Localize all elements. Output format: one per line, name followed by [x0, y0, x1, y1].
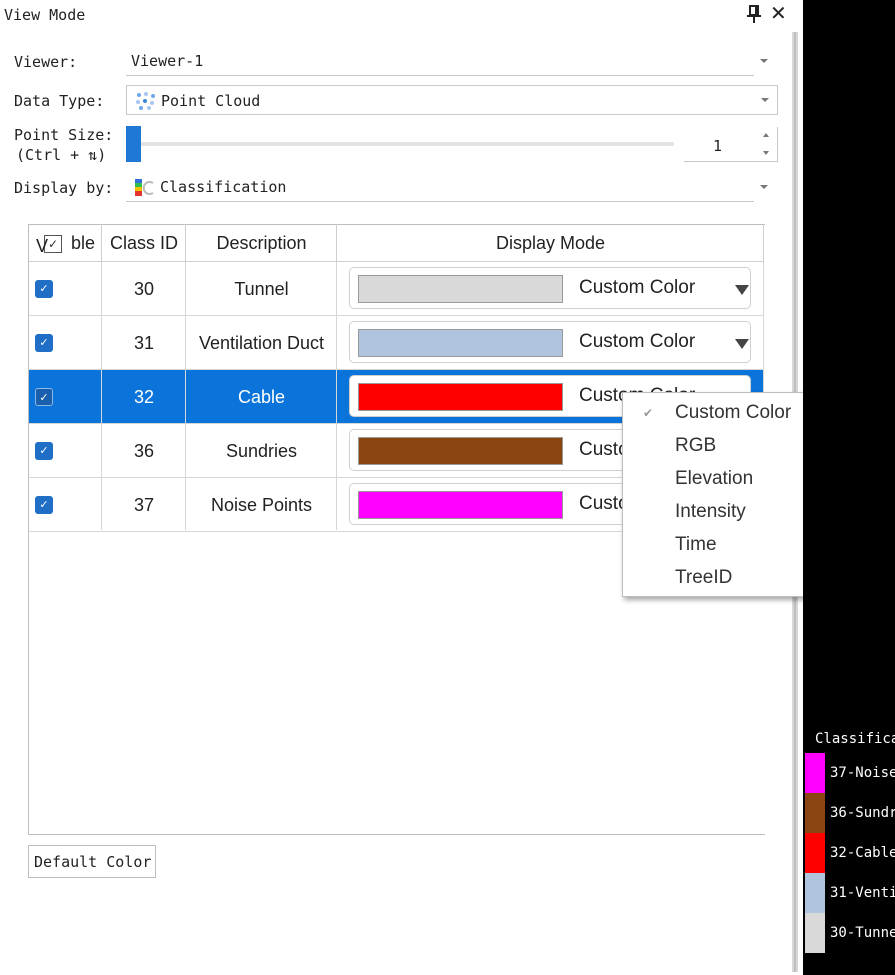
legend-label: 31-Venti	[830, 885, 895, 901]
legend-swatch	[805, 873, 825, 913]
data-type-dropdown-arrow-icon	[761, 98, 769, 102]
point-size-label: Point Size:	[14, 126, 114, 144]
display-mode-combo[interactable]: Custom Color	[349, 267, 751, 309]
row-visible-checkbox[interactable]: ✓	[35, 442, 53, 460]
legend-label: 37-Noise	[830, 765, 895, 781]
legend-item: 30-Tunne	[805, 913, 895, 953]
panel-title: View Mode	[4, 6, 86, 24]
row-description: Sundries	[225, 440, 298, 461]
close-icon[interactable]: ✕	[770, 3, 787, 23]
viewer-label: Viewer:	[14, 53, 78, 71]
menu-item-label: Custom Color	[675, 402, 792, 423]
display-by-value: Classification	[160, 178, 287, 196]
row-class-id: 37	[133, 494, 155, 515]
viewer-select[interactable]: Viewer-1	[126, 46, 754, 76]
header-class-id[interactable]: Class ID	[103, 226, 185, 260]
classification-icon	[135, 179, 154, 196]
row-description: Tunnel	[234, 278, 289, 299]
header-class-id-label: Class ID	[109, 232, 178, 253]
header-description[interactable]: Description	[187, 226, 336, 260]
point-size-slider-track[interactable]	[126, 142, 674, 146]
legend-swatch	[805, 753, 825, 793]
legend-swatch	[805, 833, 825, 873]
pin-icon[interactable]	[746, 4, 762, 24]
color-swatch[interactable]	[358, 329, 563, 357]
row-description: Noise Points	[210, 494, 313, 515]
legend-item: 37-Noise	[805, 753, 895, 793]
point-size-slider-handle[interactable]	[126, 126, 141, 162]
color-swatch[interactable]	[358, 437, 563, 465]
point-size-value: 1	[713, 137, 723, 155]
color-swatch[interactable]	[358, 383, 563, 411]
color-swatch[interactable]	[358, 275, 563, 303]
menu-item-label: TreeID	[675, 567, 733, 588]
display-mode-value: Custom Color	[579, 331, 696, 352]
dropdown-arrow-icon	[735, 339, 749, 349]
display-mode-value: Custom Color	[579, 277, 696, 298]
row-description: Ventilation Duct	[198, 332, 325, 353]
menu-item-label: Elevation	[675, 468, 754, 489]
row-class-id: 30	[133, 278, 155, 299]
legend-title: Classifica	[815, 731, 895, 747]
legend-label: 36-Sundr	[830, 805, 895, 821]
legend-label: 30-Tunne	[830, 925, 895, 941]
table-row[interactable]: ✓ 31 Ventilation Duct Custom Color	[29, 316, 763, 370]
viewer-value: Viewer-1	[131, 52, 204, 70]
row-description: Cable	[237, 386, 286, 407]
header-display-mode-label: Display Mode	[495, 232, 606, 253]
legend-item: 36-Sundr	[805, 793, 895, 833]
header-description-label: Description	[216, 232, 307, 253]
display-by-label: Display by:	[14, 179, 114, 197]
default-color-button[interactable]: Default Color	[28, 845, 156, 878]
dropdown-arrow-icon	[735, 285, 749, 295]
row-class-id: 31	[133, 332, 155, 353]
menu-item-label: Intensity	[675, 501, 746, 522]
header-visible-label: ble	[70, 232, 95, 253]
legend-swatch	[805, 913, 825, 953]
row-visible-checkbox[interactable]: ✓	[35, 280, 53, 298]
data-type-value: Point Cloud	[161, 92, 261, 110]
menu-item-label: Time	[675, 534, 717, 555]
spin-up-icon[interactable]	[763, 133, 769, 137]
viewer-dropdown-arrow-icon[interactable]	[760, 59, 768, 63]
data-type-label: Data Type:	[14, 92, 105, 110]
row-class-id: 32	[133, 386, 155, 407]
point-cloud-icon	[136, 92, 155, 110]
color-swatch[interactable]	[358, 491, 563, 519]
header-display-mode[interactable]: Display Mode	[338, 226, 763, 260]
table-row[interactable]: ✓ 30 Tunnel Custom Color	[29, 262, 763, 316]
row-visible-checkbox[interactable]: ✓	[35, 334, 53, 352]
row-visible-checkbox[interactable]: ✓	[35, 388, 53, 406]
point-size-hint: (Ctrl + ⇅)	[16, 146, 107, 164]
row-class-id: 36	[133, 440, 155, 461]
display-mode-combo[interactable]: Custom Color	[349, 321, 751, 363]
menu-item-label: RGB	[675, 435, 717, 456]
legend-item: 32-Cable	[805, 833, 895, 873]
legend-swatch	[805, 793, 825, 833]
legend-item: 31-Venti	[805, 873, 895, 913]
legend-label: 32-Cable	[830, 845, 895, 861]
check-icon: ✔	[643, 406, 654, 420]
spin-down-icon[interactable]	[763, 151, 769, 155]
display-by-select[interactable]: Classification	[126, 172, 754, 202]
row-visible-checkbox[interactable]: ✓	[35, 496, 53, 514]
data-type-select[interactable]: Point Cloud	[126, 85, 778, 115]
display-by-dropdown-arrow-icon[interactable]	[760, 185, 768, 189]
